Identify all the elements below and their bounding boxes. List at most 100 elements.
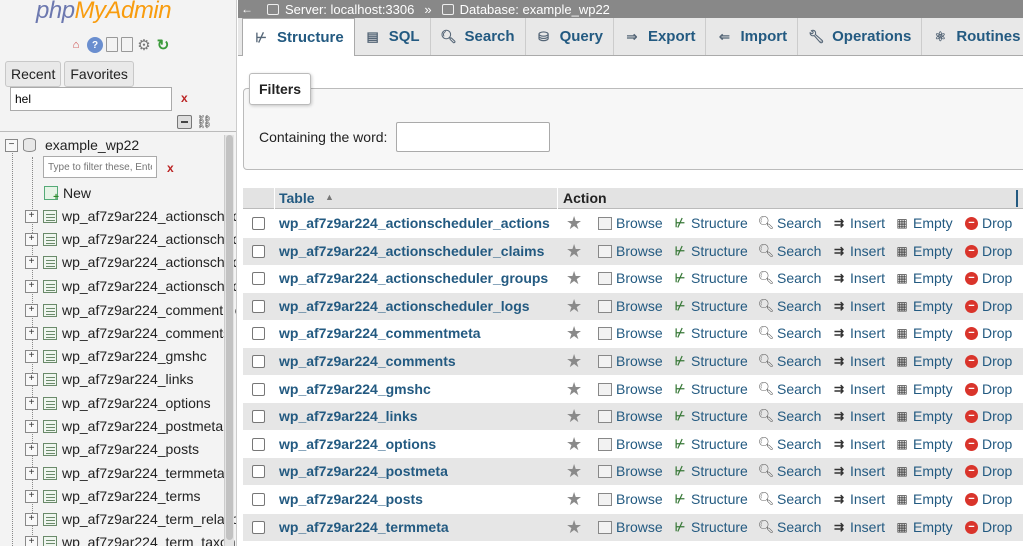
insert-button[interactable]: ⇉ Insert (832, 519, 885, 535)
tree-table-name[interactable]: wp_af7z9ar224_gmshc (62, 348, 207, 364)
tree-table-name[interactable]: wp_af7z9ar224_terms (62, 488, 201, 504)
expand-icon[interactable]: + (25, 279, 38, 293)
table-name-link[interactable]: wp_af7z9ar224_links (279, 408, 418, 424)
search-button[interactable]: 🔍︎ Search (758, 463, 822, 479)
table-name-link[interactable]: wp_af7z9ar224_termmeta (279, 519, 449, 535)
drop-button[interactable]: − Drop (965, 519, 1012, 535)
tree-table-name[interactable]: wp_af7z9ar224_term_taxonomy (62, 534, 236, 546)
expand-icon[interactable]: + (25, 372, 38, 386)
expand-icon[interactable]: + (25, 489, 38, 503)
table-name-link[interactable]: wp_af7z9ar224_actionscheduler_groups (279, 270, 548, 286)
structure-button[interactable]: ⊬ Structure (673, 463, 748, 479)
tab-routines[interactable]: ⚛ Routines (922, 18, 1023, 55)
tree-table-name[interactable]: wp_af7z9ar224_options (62, 395, 211, 411)
drop-button[interactable]: − Drop (965, 243, 1012, 259)
tree-table-item[interactable]: + wp_af7z9ar224_term_relationships (25, 511, 236, 527)
row-checkbox[interactable] (252, 245, 265, 258)
structure-button[interactable]: ⊬ Structure (673, 215, 748, 231)
tree-table-name[interactable]: wp_af7z9ar224_posts (62, 441, 199, 457)
database-filter-input[interactable] (10, 87, 172, 111)
row-checkbox[interactable] (252, 327, 265, 340)
empty-button[interactable]: ▦ Empty (895, 215, 952, 231)
tree-table-item[interactable]: + wp_af7z9ar224_links (25, 371, 194, 387)
structure-button[interactable]: ⊬ Structure (673, 353, 748, 369)
drop-button[interactable]: − Drop (965, 408, 1012, 424)
expand-icon[interactable]: + (25, 209, 38, 223)
browse-button[interactable]: Browse (598, 491, 663, 507)
empty-button[interactable]: ▦ Empty (895, 519, 952, 535)
search-button[interactable]: 🔍︎ Search (758, 353, 822, 369)
tab-query[interactable]: ⛁ Query (526, 18, 614, 55)
browse-button[interactable]: Browse (598, 408, 663, 424)
search-button[interactable]: 🔍︎ Search (758, 270, 822, 286)
search-button[interactable]: 🔍︎ Search (758, 381, 822, 397)
phpmyadmin-logo[interactable]: phpMyAdmin (36, 0, 172, 25)
search-button[interactable]: 🔍︎ Search (758, 519, 822, 535)
tab-structure[interactable]: ⊬ Structure (242, 18, 355, 56)
tab-operations[interactable]: 🔧︎ Operations (798, 18, 923, 55)
navigation-scrollbar[interactable] (224, 135, 234, 546)
table-name-link[interactable]: wp_af7z9ar224_comments (279, 353, 456, 369)
clear-table-filter-button[interactable]: x (167, 161, 174, 175)
expand-icon[interactable]: + (25, 326, 38, 340)
table-name-link[interactable]: wp_af7z9ar224_actionscheduler_claims (279, 243, 544, 259)
favorite-star-icon[interactable]: ★ (566, 268, 582, 289)
expand-icon[interactable]: + (25, 466, 38, 480)
insert-button[interactable]: ⇉ Insert (832, 353, 885, 369)
table-filter-input[interactable] (43, 156, 157, 178)
expand-icon[interactable]: + (25, 232, 38, 246)
expand-icon[interactable]: + (25, 512, 38, 526)
row-checkbox[interactable] (252, 438, 265, 451)
insert-button[interactable]: ⇉ Insert (832, 491, 885, 507)
breadcrumb-server[interactable]: Server: localhost:3306 (285, 2, 414, 17)
structure-button[interactable]: ⊬ Structure (673, 298, 748, 314)
structure-button[interactable]: ⊬ Structure (673, 436, 748, 452)
expand-icon[interactable]: + (25, 419, 38, 433)
search-button[interactable]: 🔍︎ Search (758, 243, 822, 259)
drop-button[interactable]: − Drop (965, 325, 1012, 341)
drop-button[interactable]: − Drop (965, 436, 1012, 452)
favorite-star-icon[interactable]: ★ (566, 434, 582, 455)
expand-icon[interactable]: + (25, 303, 38, 317)
drop-button[interactable]: − Drop (965, 463, 1012, 479)
empty-button[interactable]: ▦ Empty (895, 243, 952, 259)
row-checkbox[interactable] (252, 465, 265, 478)
insert-button[interactable]: ⇉ Insert (832, 381, 885, 397)
link-with-main-icon[interactable]: ⛓ (196, 114, 213, 130)
structure-button[interactable]: ⊬ Structure (673, 408, 748, 424)
tree-table-name[interactable]: wp_af7z9ar224_commentmeta (62, 302, 236, 318)
favorite-star-icon[interactable]: ★ (566, 489, 582, 510)
favorite-star-icon[interactable]: ★ (566, 241, 582, 262)
clear-filter-button[interactable]: x (181, 91, 188, 105)
tree-table-item[interactable]: + wp_af7z9ar224_comments (25, 325, 230, 341)
table-name-link[interactable]: wp_af7z9ar224_actionscheduler_logs (279, 298, 530, 314)
empty-button[interactable]: ▦ Empty (895, 491, 952, 507)
tree-table-item[interactable]: + wp_af7z9ar224_gmshc (25, 348, 207, 364)
tree-table-item[interactable]: + wp_af7z9ar224_posts (25, 441, 199, 457)
browse-button[interactable]: Browse (598, 325, 663, 341)
favorites-button[interactable]: Favorites (64, 61, 134, 87)
table-name-link[interactable]: wp_af7z9ar224_gmshc (279, 381, 431, 397)
row-checkbox[interactable] (252, 217, 265, 230)
insert-button[interactable]: ⇉ Insert (832, 215, 885, 231)
drop-button[interactable]: − Drop (965, 298, 1012, 314)
drop-button[interactable]: − Drop (965, 491, 1012, 507)
documentation-icon[interactable] (106, 37, 118, 52)
row-checkbox[interactable] (252, 521, 265, 534)
expand-icon[interactable]: + (25, 255, 38, 269)
empty-button[interactable]: ▦ Empty (895, 408, 952, 424)
table-name-link[interactable]: wp_af7z9ar224_posts (279, 491, 423, 507)
table-name-link[interactable]: wp_af7z9ar224_actionscheduler_actions (279, 215, 550, 231)
insert-button[interactable]: ⇉ Insert (832, 408, 885, 424)
insert-button[interactable]: ⇉ Insert (832, 298, 885, 314)
tree-table-item[interactable]: + wp_af7z9ar224_actionscheduler_actions (25, 208, 236, 224)
recent-button[interactable]: Recent (5, 61, 62, 87)
browse-button[interactable]: Browse (598, 519, 663, 535)
tree-table-item[interactable]: + wp_af7z9ar224_actionscheduler_logs (25, 278, 236, 294)
search-button[interactable]: 🔍︎ Search (758, 325, 822, 341)
row-checkbox[interactable] (252, 355, 265, 368)
help-icon[interactable]: ? (87, 37, 103, 53)
table-name-link[interactable]: wp_af7z9ar224_postmeta (279, 463, 448, 479)
tree-table-name[interactable]: wp_af7z9ar224_comments (62, 325, 230, 341)
insert-button[interactable]: ⇉ Insert (832, 270, 885, 286)
